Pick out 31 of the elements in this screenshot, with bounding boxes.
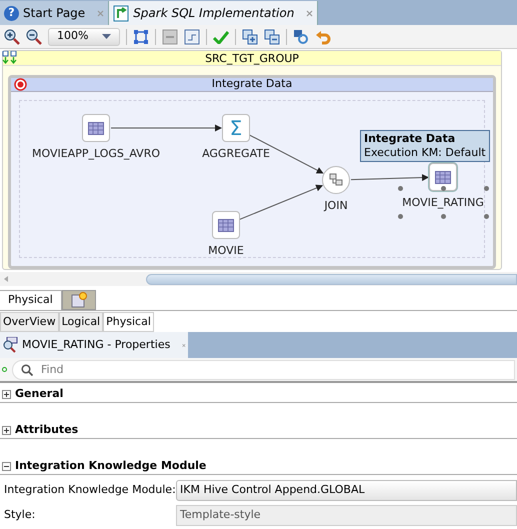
section-title[interactable]: Attributes <box>15 422 78 438</box>
node-label: MOVIE_RATING <box>402 195 484 211</box>
find-field[interactable]: Find <box>12 360 515 380</box>
tooltip-title: Integrate Data <box>364 132 456 146</box>
node-label: MOVIEAPP_LOGS_AVRO <box>32 146 160 162</box>
sub-tab[interactable]: Logical <box>58 312 104 332</box>
sub-tab[interactable]: OverView <box>0 312 59 332</box>
editor-tab[interactable]: Spark SQL Implementation <box>109 1 318 25</box>
km-dropdown[interactable]: IKM Hive Control Append.GLOBAL <box>176 480 517 501</box>
field-label: Style: <box>3 507 36 524</box>
tab-label: Spark SQL Implementation <box>133 5 294 22</box>
node-label: MOVIE <box>208 243 244 259</box>
sub-tab[interactable]: Physical <box>103 312 154 332</box>
view-tab[interactable]: Physical <box>0 290 62 310</box>
zoom-dropdown[interactable]: 100% <box>48 28 120 46</box>
section-title[interactable]: General <box>15 386 64 402</box>
tooltip-text: Execution KM: Default <box>364 146 486 160</box>
box-title: Integrate Data <box>212 76 292 92</box>
field-label: Integration Knowledge Module: <box>3 482 176 498</box>
node-label: JOIN <box>324 198 348 214</box>
editor-tab[interactable]: ? Start Page <box>0 1 110 25</box>
help-icon: ? <box>4 6 19 20</box>
section-title[interactable]: Integration Knowledge Module <box>15 458 206 474</box>
style-field[interactable]: Template-style <box>176 505 517 526</box>
properties-title: MOVIE_RATING - Properties <box>22 336 170 353</box>
properties-tab[interactable]: MOVIE_RATING - Properties <box>0 332 188 358</box>
node-label: AGGREGATE <box>202 146 270 162</box>
diagram-node[interactable]: Σ <box>222 114 250 142</box>
group-title: SRC_TGT_GROUP <box>3 51 501 66</box>
sigma-icon: Σ <box>230 118 242 138</box>
tab-label: Start Page <box>23 5 86 22</box>
